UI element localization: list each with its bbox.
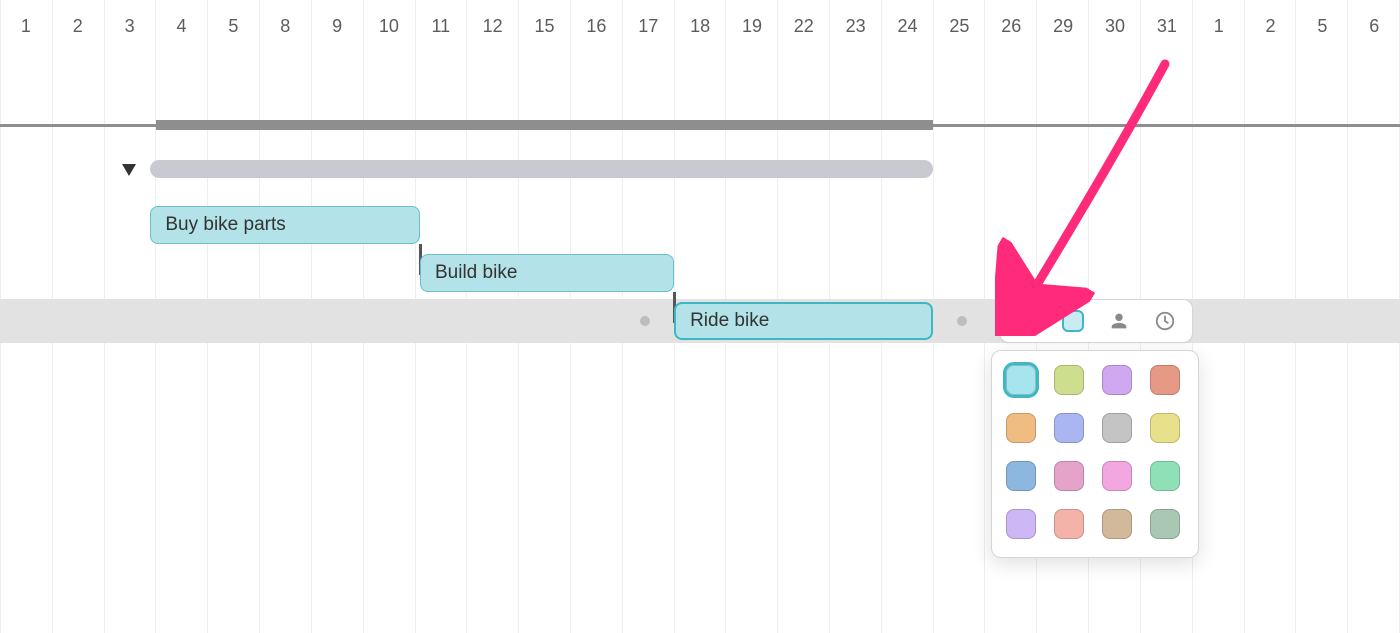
gantt-chart: 1234589101112151617181922232425262930311… [0, 0, 1400, 633]
color-swatch[interactable] [1054, 413, 1084, 443]
color-swatch[interactable] [1102, 365, 1132, 395]
color-swatch[interactable] [1150, 365, 1180, 395]
task-drag-handle[interactable] [640, 316, 650, 326]
task-label-input[interactable] [690, 310, 917, 332]
color-swatch[interactable] [1102, 413, 1132, 443]
task-label: Buy bike parts [165, 214, 285, 236]
task-bar[interactable] [674, 302, 933, 340]
color-swatch[interactable] [1150, 413, 1180, 443]
color-swatch[interactable] [1102, 461, 1132, 491]
task-bar[interactable]: Buy bike parts [150, 206, 420, 244]
task-bar[interactable]: Build bike [420, 254, 674, 292]
color-swatch[interactable] [1006, 413, 1036, 443]
task-toolbar [999, 299, 1193, 343]
collapse-toggle[interactable] [122, 164, 136, 176]
task-label: Build bike [435, 262, 517, 284]
group-summary-bar[interactable] [150, 160, 933, 178]
assign-button[interactable] [1096, 303, 1142, 339]
color-swatch[interactable] [1054, 365, 1084, 395]
color-swatch[interactable] [1006, 461, 1036, 491]
color-swatch[interactable] [1150, 509, 1180, 539]
edit-button[interactable] [1004, 303, 1050, 339]
color-swatch[interactable] [1054, 461, 1084, 491]
color-swatch[interactable] [1006, 365, 1036, 395]
color-swatch[interactable] [1102, 509, 1132, 539]
color-button[interactable] [1050, 303, 1096, 339]
color-swatch[interactable] [1054, 509, 1084, 539]
color-swatch[interactable] [1006, 509, 1036, 539]
color-swatch[interactable] [1150, 461, 1180, 491]
color-swatch-icon [1062, 310, 1084, 332]
color-picker-popover [991, 350, 1199, 558]
schedule-button[interactable] [1142, 303, 1188, 339]
timeline-summary-bar[interactable] [156, 120, 934, 130]
